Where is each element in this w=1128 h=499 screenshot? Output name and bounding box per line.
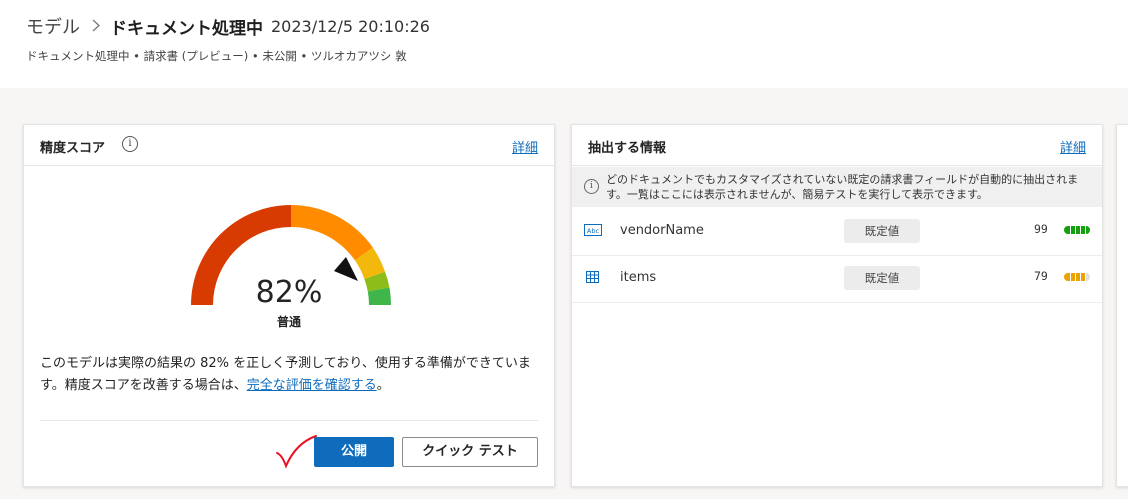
red-checkmark-icon [276,435,317,469]
next-card-partial [1116,124,1128,487]
default-value-badge: 既定値 [844,219,920,243]
text-field-icon: Abc [584,224,602,236]
info-banner-text: どのドキュメントでもカスタマイズされていない既定の請求書フィールドが自動的に抽出… [606,173,1079,201]
accuracy-level: 普通 [276,315,301,329]
text-field-icon-label: Abc [587,227,600,235]
accuracy-detail-link[interactable]: 詳細 [512,137,538,156]
field-row-items[interactable]: items 既定値 79 [572,256,1102,303]
full-evaluation-link[interactable]: 完全な評価を確認する [247,378,377,393]
field-row-vendorname[interactable]: Abc vendorName 既定値 99 [572,209,1102,256]
field-name: vendorName [620,223,704,238]
extract-detail-link[interactable]: 詳細 [1060,137,1086,156]
info-banner: i どのドキュメントでもカスタマイズされていない既定の請求書フィールドが自動的に… [572,167,1102,207]
chevron-right-icon [92,16,100,37]
info-icon: i [584,179,599,194]
breadcrumb-models-link[interactable]: モデル [26,13,80,39]
card-header: 抽出する情報 詳細 [572,125,1102,166]
field-score: 99 [1034,222,1048,236]
page-header: モデル ドキュメント処理中 2023/12/5 20:10:26 ドキュメント処… [0,0,1128,88]
breadcrumb: モデル ドキュメント処理中 2023/12/5 20:10:26 [26,13,430,39]
model-subtitle: ドキュメント処理中 • 請求書 (プレビュー) • 未公開 • ツルオカアツシ … [26,49,407,63]
accuracy-card-title: 精度スコア [40,141,106,156]
extracted-info-card: 抽出する情報 詳細 i どのドキュメントでもカスタマイズされていない既定の請求書… [571,124,1103,487]
table-icon [586,271,599,283]
score-bar-icon [1064,226,1090,234]
card-header: 精度スコア i 詳細 [24,125,554,166]
accuracy-description: このモデルは実際の結果の 82% を正しく予測しており、使用する準備ができていま… [40,353,540,397]
info-icon[interactable]: i [122,136,138,152]
page-timestamp: 2023/12/5 20:10:26 [271,16,430,36]
accuracy-score-card: 精度スコア i 詳細 82% 普通 このモデルは実際の結果の 82% を正しく予… [23,124,555,487]
accuracy-percentage: 82% [255,275,323,310]
field-name: items [620,270,657,285]
extract-card-title: 抽出する情報 [588,141,667,156]
gauge-segment-orange [291,205,373,261]
page-title: ドキュメント処理中 [110,18,263,39]
default-value-badge: 既定値 [844,266,920,290]
score-bar-icon [1064,273,1090,281]
divider [40,420,538,421]
accuracy-description-end: 。 [376,378,390,393]
field-score: 79 [1034,269,1048,283]
quick-test-button[interactable]: クイック テスト [402,437,538,467]
publish-button[interactable]: 公開 [314,437,394,467]
